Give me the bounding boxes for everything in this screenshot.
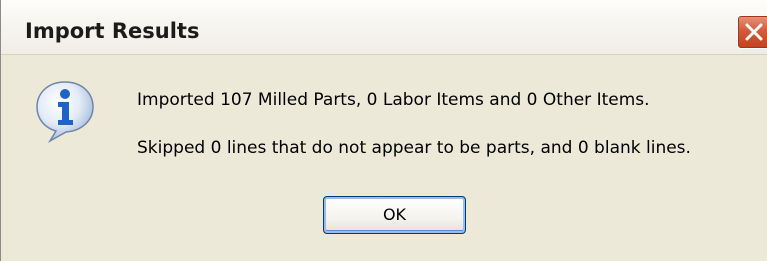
title-bar[interactable]: Import Results (1, 0, 767, 55)
message-line-imported: Imported 107 Milled Parts, 0 Labor Items… (137, 90, 650, 110)
close-button[interactable] (737, 15, 767, 49)
ok-button[interactable]: OK (323, 196, 466, 234)
close-icon (745, 23, 763, 41)
info-icon (36, 81, 94, 144)
import-results-dialog: Import Results Imported 107 Milled Parts… (0, 0, 767, 261)
message-line-skipped: Skipped 0 lines that do not appear to be… (137, 138, 691, 158)
window-title: Import Results (25, 19, 200, 43)
